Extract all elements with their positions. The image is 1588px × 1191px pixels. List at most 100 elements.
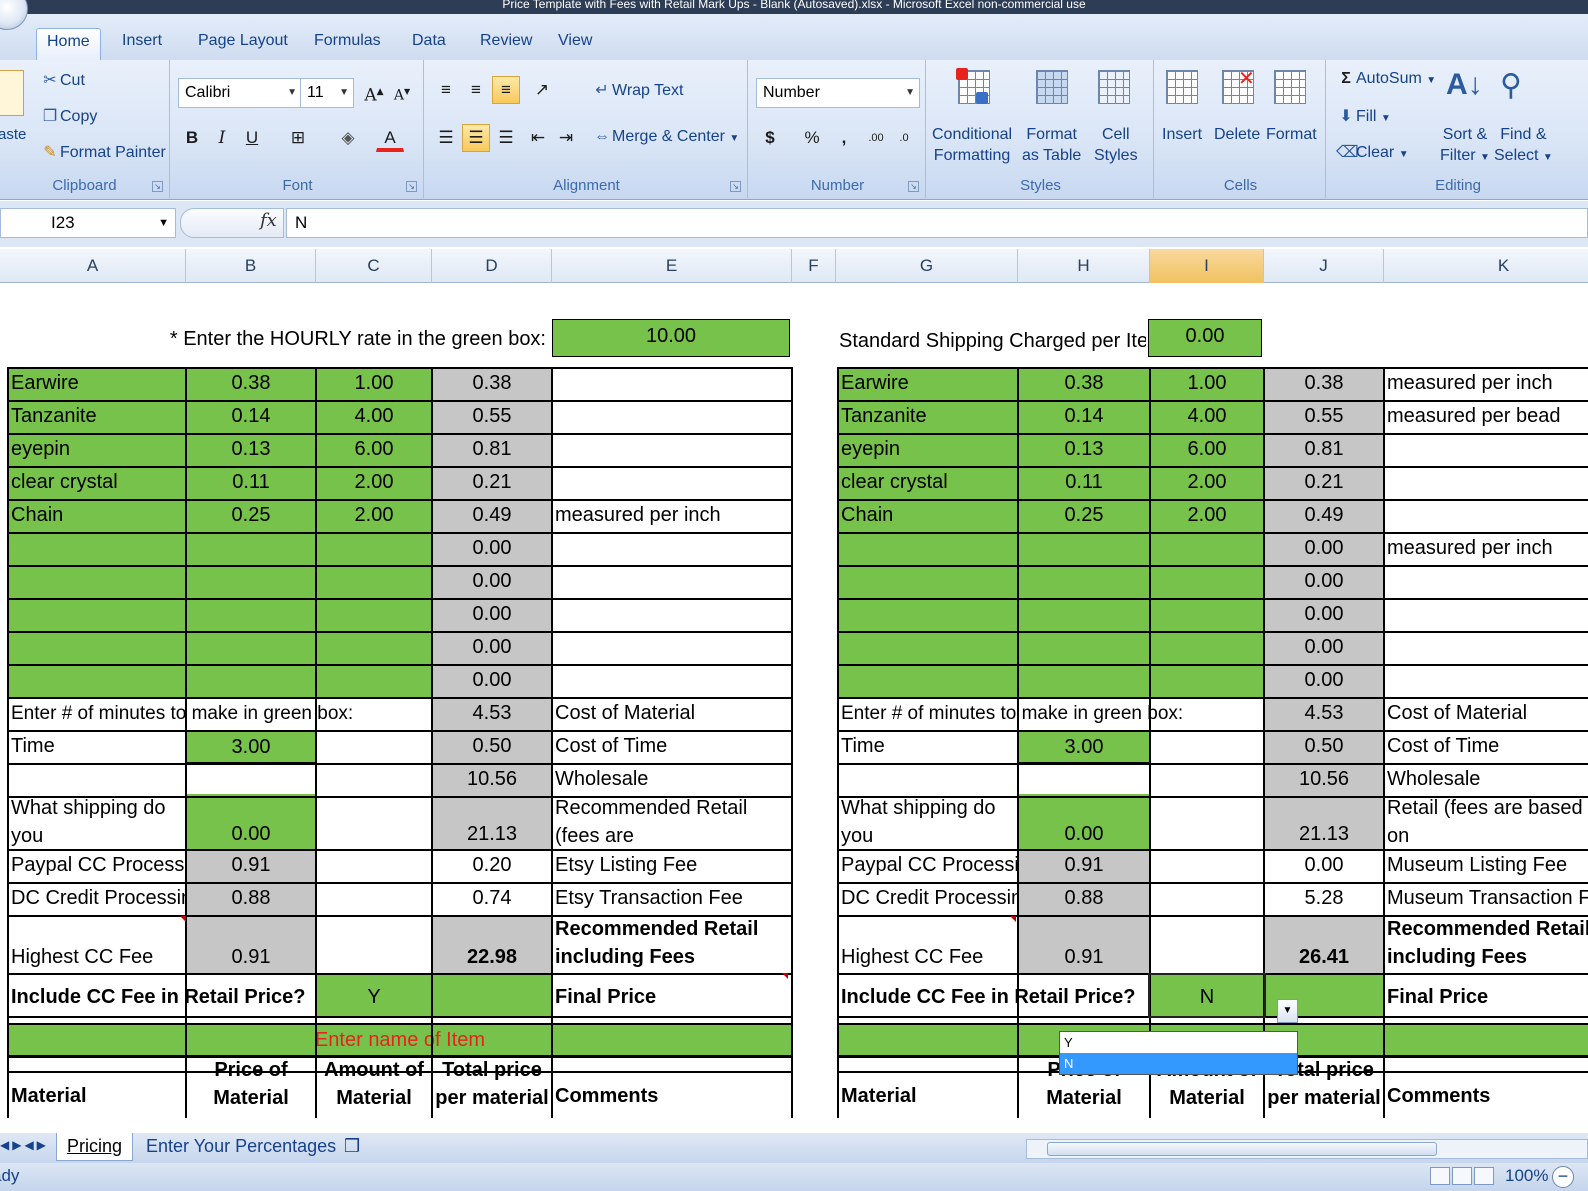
paste-button[interactable]: aste	[0, 126, 26, 143]
listing-fee-label[interactable]: Etsy Listing Fee	[552, 849, 792, 882]
material-amount[interactable]: 6.00	[316, 433, 432, 466]
final-price-value[interactable]	[432, 973, 552, 1016]
material-price[interactable]	[186, 598, 316, 631]
wholesale-value[interactable]: 10.56	[1264, 763, 1384, 796]
time-label[interactable]: Time	[838, 730, 1018, 763]
material-amount[interactable]	[316, 532, 432, 565]
orientation-icon[interactable]: ↗	[528, 76, 556, 104]
format-painter-button[interactable]: ✎ Format Painter	[40, 142, 166, 162]
comment-indicator-icon[interactable]	[782, 973, 788, 979]
column-header-c[interactable]: C	[316, 249, 432, 283]
material-total[interactable]: 0.00	[1264, 664, 1384, 697]
comment-indicator-icon[interactable]	[1010, 916, 1016, 922]
material-price[interactable]	[186, 664, 316, 697]
format-as-table-icon[interactable]	[1032, 66, 1072, 110]
font-size-select[interactable]: 11 ▼	[300, 78, 354, 108]
transaction-fee-value[interactable]: 0.74	[432, 882, 552, 915]
rec-retail-value[interactable]: 21.13	[1264, 794, 1384, 849]
material-comment[interactable]	[552, 433, 792, 466]
sheet-tab-percentages[interactable]: Enter Your Percentages	[136, 1133, 346, 1161]
material-amount[interactable]	[316, 598, 432, 631]
bold-button[interactable]: B	[178, 124, 206, 152]
wholesale-label[interactable]: Wholesale	[552, 763, 792, 796]
cell-styles-icon[interactable]	[1094, 66, 1134, 110]
align-bottom-icon[interactable]: ≡	[492, 76, 520, 104]
shipping-input[interactable]: 0.00	[1018, 794, 1150, 849]
shrink-font-button[interactable]: A▼	[388, 78, 416, 106]
conditional-formatting-icon[interactable]	[954, 66, 994, 110]
align-left-icon[interactable]: ☰	[432, 124, 460, 152]
material-name[interactable]	[838, 664, 1018, 697]
material-amount[interactable]	[316, 631, 432, 664]
align-top-icon[interactable]: ≡	[432, 76, 460, 104]
number-format-select[interactable]: Number ▼	[756, 78, 920, 108]
material-comment[interactable]	[552, 631, 792, 664]
tab-review[interactable]: Review	[470, 28, 542, 60]
tab-view[interactable]: View	[548, 28, 602, 60]
paypal-label[interactable]: Paypal CC Processing:	[838, 849, 1018, 882]
cost-time-value[interactable]: 0.50	[1264, 730, 1384, 763]
material-total[interactable]: 0.00	[1264, 631, 1384, 664]
rec-retail-label[interactable]: Retail (fees are based onprice)	[1384, 794, 1588, 849]
material-comment[interactable]	[552, 565, 792, 598]
material-amount[interactable]	[1150, 565, 1264, 598]
material-total[interactable]: 0.38	[1264, 367, 1384, 400]
tab-formulas[interactable]: Formulas	[304, 28, 391, 60]
material-name[interactable]: Chain	[838, 499, 1018, 532]
column-header-f[interactable]: F	[792, 249, 836, 283]
transaction-fee-value[interactable]: 5.28	[1264, 882, 1384, 915]
highest-label[interactable]: Highest CC Fee	[8, 915, 186, 973]
normal-view-icon[interactable]	[1430, 1167, 1450, 1185]
comment-indicator-icon[interactable]	[180, 916, 186, 922]
material-amount[interactable]: 1.00	[1150, 367, 1264, 400]
header-comments[interactable]: Comments	[552, 1056, 792, 1108]
material-amount[interactable]	[1150, 598, 1264, 631]
cost-time-label[interactable]: Cost of Time	[1384, 730, 1588, 763]
material-comment[interactable]	[552, 664, 792, 697]
align-middle-icon[interactable]: ≡	[462, 76, 490, 104]
listing-fee-value[interactable]: 0.00	[1264, 849, 1384, 882]
shipping-input[interactable]: 0.00	[186, 794, 316, 849]
alignment-launcher-icon[interactable]: ↘	[730, 181, 741, 192]
name-box[interactable]: I23 ▼	[0, 208, 176, 238]
clipboard-launcher-icon[interactable]: ↘	[152, 181, 163, 192]
align-right-icon[interactable]: ☰	[492, 124, 520, 152]
header-material[interactable]: Material	[8, 1056, 186, 1108]
material-comment[interactable]	[552, 598, 792, 631]
material-name[interactable]	[8, 631, 186, 664]
decrease-indent-icon[interactable]: ⇤	[524, 124, 552, 152]
material-amount[interactable]: 6.00	[1150, 433, 1264, 466]
wholesale-value[interactable]: 10.56	[432, 763, 552, 796]
header-total[interactable]: Total price per material	[432, 1056, 552, 1108]
sort-filter-button[interactable]: Sort & Filter ▼	[1440, 124, 1490, 168]
column-header-d[interactable]: D	[432, 249, 552, 283]
format-as-table-button[interactable]: Format as Table	[1022, 124, 1081, 166]
cost-material-label[interactable]: Cost of Material	[552, 697, 792, 730]
material-price[interactable]	[186, 565, 316, 598]
material-name[interactable]: Earwire	[8, 367, 186, 400]
currency-icon[interactable]: $	[756, 124, 784, 152]
material-comment[interactable]	[1384, 664, 1588, 697]
material-comment[interactable]	[1384, 499, 1588, 532]
material-comment[interactable]	[552, 532, 792, 565]
include-label[interactable]: Include CC Fee in Retail Price?	[8, 973, 316, 1016]
insert-cells-button[interactable]: Insert	[1162, 124, 1202, 145]
increase-indent-icon[interactable]: ⇥	[552, 124, 580, 152]
number-launcher-icon[interactable]: ↘	[908, 181, 919, 192]
material-comment[interactable]	[552, 400, 792, 433]
material-name[interactable]	[838, 598, 1018, 631]
time-input[interactable]: 3.00	[1018, 730, 1150, 763]
material-total[interactable]: 0.00	[432, 565, 552, 598]
worksheet-grid[interactable]: * Enter the HOURLY rate in the green box…	[0, 283, 1588, 1118]
material-name[interactable]: clear crystal	[8, 466, 186, 499]
rec-incl-value[interactable]: 22.98	[432, 915, 552, 973]
insert-sheet-icon[interactable]: ❒	[340, 1133, 368, 1161]
cell-styles-button[interactable]: Cell Styles	[1094, 124, 1138, 166]
hourly-rate-label[interactable]: * Enter the HOURLY rate in the green box…	[140, 323, 550, 363]
material-amount[interactable]	[1150, 532, 1264, 565]
material-total[interactable]: 0.00	[432, 631, 552, 664]
hourly-rate-input[interactable]: 10.00	[552, 319, 790, 357]
shipping-std-input[interactable]: 0.00	[1148, 319, 1262, 357]
material-price[interactable]: 0.11	[186, 466, 316, 499]
material-price[interactable]	[1018, 598, 1150, 631]
